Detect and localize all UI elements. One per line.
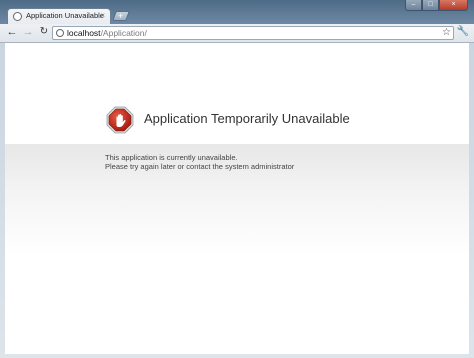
wrench-icon: 🔧 [456,26,470,37]
page-title: Application Temporarily Unavailable [144,111,350,126]
message-line-1: This application is currently unavailabl… [105,153,238,162]
page-favicon-icon [13,12,22,21]
close-window-button[interactable]: × [439,0,468,11]
message-line-2: Please try again later or contact the sy… [105,162,295,171]
tab-application-unavailable[interactable]: Application Unavailable × [7,8,111,24]
star-icon[interactable]: ☆ [442,26,451,40]
reload-button[interactable]: ↻ [37,25,51,39]
reload-icon: ↻ [39,26,49,37]
address-bar[interactable]: localhost/Application/ ☆ [52,26,454,40]
plus-icon: + [118,11,124,21]
wrench-menu-button[interactable]: 🔧 [456,25,470,39]
page-info-icon[interactable] [56,29,64,37]
error-message: This application is currently unavailabl… [105,153,294,171]
url-path: /Application/ [100,28,147,38]
forward-arrow-icon: → [22,26,34,38]
back-button[interactable]: ← [5,25,19,39]
page-viewport: Application Temporarily Unavailable This… [5,43,469,354]
url-text: localhost/Application/ [67,28,147,39]
tab-strip: Application Unavailable × + – □ × [0,0,474,24]
window-controls: – □ × [405,0,468,11]
maximize-button[interactable]: □ [422,0,439,11]
minimize-button[interactable]: – [405,0,422,11]
new-tab-button[interactable]: + [112,11,130,21]
browser-toolbar: ← → ↻ localhost/Application/ ☆ 🔧 [0,24,474,43]
browser-window: Application Unavailable × + – □ × ← → ↻ … [0,0,474,358]
tab-title: Application Unavailable [26,11,104,20]
back-arrow-icon: ← [6,26,18,38]
stop-hand-icon [106,106,134,134]
url-host: localhost [67,28,101,38]
tab-close-icon[interactable]: × [100,11,105,21]
forward-button[interactable]: → [21,25,35,39]
